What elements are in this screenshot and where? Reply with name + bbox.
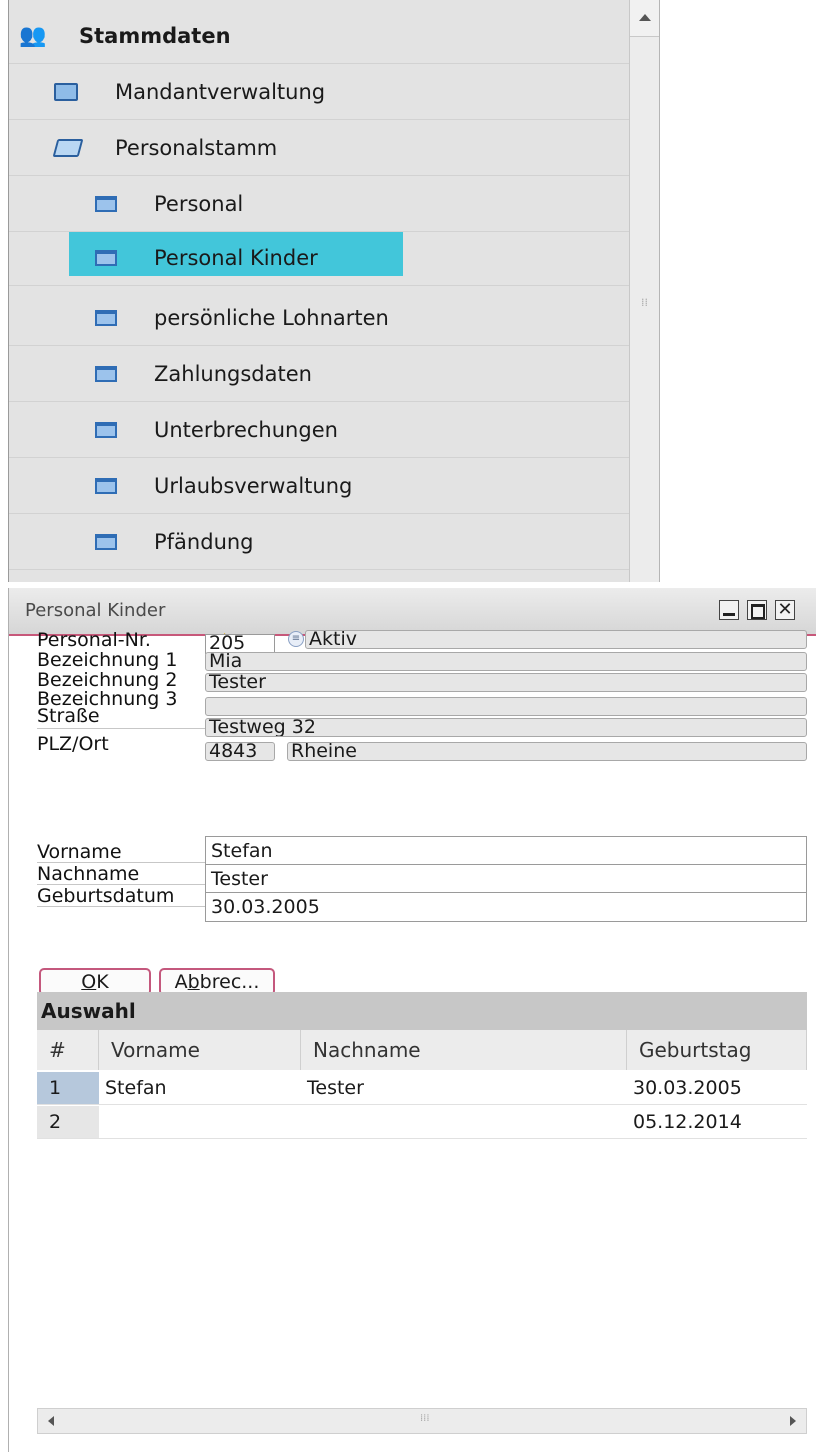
bezeichnung2-field[interactable]: Tester bbox=[205, 673, 807, 692]
plz-field[interactable]: 4843 bbox=[205, 742, 275, 761]
tree-item-personal[interactable]: Personal bbox=[9, 176, 629, 232]
divider bbox=[37, 906, 205, 907]
bezeichnung1-label: Bezeichnung 1 bbox=[37, 649, 178, 671]
plz-ort-label: PLZ/Ort bbox=[37, 733, 109, 755]
nachname-label: Nachname bbox=[37, 863, 140, 885]
strasse-label: Straße bbox=[37, 705, 100, 727]
cancel-label-rest: brec... bbox=[199, 971, 260, 993]
cell-vorname[interactable] bbox=[99, 1106, 301, 1138]
scroll-grip-icon[interactable]: ⁞⁞⁞ bbox=[420, 1413, 430, 1424]
scroll-up-icon[interactable] bbox=[630, 0, 659, 37]
tree-item-personal-kinder[interactable]: Personal Kinder bbox=[9, 230, 629, 286]
tree-item-mandantverwaltung[interactable]: Mandantverwaltung bbox=[9, 64, 629, 120]
cell-nachname[interactable]: Tester bbox=[301, 1072, 627, 1104]
tree-item-urlaubsverwaltung[interactable]: Urlaubsverwaltung bbox=[9, 458, 629, 514]
people-group-icon: 👥 bbox=[19, 23, 47, 48]
tree-item-persoenliche-lohnarten[interactable]: persönliche Lohnarten bbox=[9, 290, 629, 346]
tree-item-label: Mandantverwaltung bbox=[115, 79, 326, 104]
navigation-tree: 👥 Stammdaten Mandantverwaltung Personals… bbox=[8, 0, 660, 582]
tree-item-zahlungsdaten[interactable]: Zahlungsdaten bbox=[9, 346, 629, 402]
scroll-left-icon[interactable] bbox=[48, 1416, 54, 1426]
list-choose-icon[interactable]: ≡ bbox=[288, 631, 304, 647]
form-icon bbox=[95, 533, 117, 550]
minimize-icon[interactable] bbox=[719, 600, 739, 620]
tree-item-label: Personalstamm bbox=[115, 135, 278, 160]
divider bbox=[37, 728, 205, 729]
close-icon[interactable]: ✕ bbox=[775, 600, 795, 620]
grid-header-geburtstag[interactable]: Geburtstag bbox=[627, 1030, 807, 1070]
row-number-cell[interactable]: 2 bbox=[37, 1106, 99, 1138]
grid-title: Auswahl bbox=[37, 992, 807, 1030]
bezeichnung1-field[interactable]: Mia bbox=[205, 652, 807, 671]
grid-header-vorname[interactable]: Vorname bbox=[99, 1030, 301, 1070]
row-divider bbox=[37, 1138, 807, 1139]
tree-item-label: Personal bbox=[154, 191, 244, 216]
form-icon bbox=[95, 365, 117, 382]
tree-vertical-scrollbar[interactable]: ⁞⁞ bbox=[629, 0, 659, 582]
personal-nr-field[interactable]: 205 bbox=[205, 634, 275, 654]
scroll-grip-icon[interactable]: ⁞⁞ bbox=[641, 297, 648, 308]
cell-geburtstag[interactable]: 30.03.2005 bbox=[627, 1072, 807, 1104]
cancel-mnemonic: b bbox=[187, 971, 200, 993]
form-icon bbox=[95, 477, 117, 494]
vorname-input[interactable]: Stefan bbox=[205, 836, 807, 866]
geburtsdatum-label: Geburtsdatum bbox=[37, 885, 175, 907]
grid-header-nachname[interactable]: Nachname bbox=[301, 1030, 627, 1070]
cell-nachname[interactable] bbox=[301, 1106, 627, 1138]
row-divider bbox=[37, 1104, 807, 1105]
grid-header-number[interactable]: # bbox=[37, 1030, 99, 1070]
window-title: Personal Kinder bbox=[25, 600, 166, 621]
tree-item-label: Personal Kinder bbox=[154, 245, 318, 270]
tree-root-label: Stammdaten bbox=[79, 23, 231, 48]
tree-item-label: Zahlungsdaten bbox=[154, 361, 312, 386]
personal-nr-label: Personal-Nr. bbox=[37, 629, 151, 651]
tree-item-unterbrechungen[interactable]: Unterbrechungen bbox=[9, 402, 629, 458]
folder-open-icon bbox=[52, 138, 84, 157]
ort-field[interactable]: Rheine bbox=[287, 742, 807, 761]
tree-item-label: persönliche Lohnarten bbox=[154, 305, 389, 330]
row-number-cell[interactable]: 1 bbox=[37, 1072, 99, 1104]
cell-vorname[interactable]: Stefan bbox=[99, 1072, 301, 1104]
ok-label-rest: K bbox=[96, 971, 109, 993]
personal-kinder-window: Personal Kinder ✕ Personal-Nr. 205 ≡ Akt… bbox=[8, 588, 816, 1452]
folder-closed-icon bbox=[54, 82, 78, 101]
tree-item-label: Unterbrechungen bbox=[154, 417, 338, 442]
status-field: Aktiv bbox=[305, 630, 807, 649]
tree-item-label: Urlaubsverwaltung bbox=[154, 473, 353, 498]
tree-item-personalstamm[interactable]: Personalstamm bbox=[9, 120, 629, 176]
tree-item-label: Pfändung bbox=[154, 529, 254, 554]
form-icon bbox=[95, 309, 117, 326]
ok-mnemonic: O bbox=[81, 971, 97, 993]
tree-root-stammdaten[interactable]: 👥 Stammdaten bbox=[9, 8, 629, 64]
geburtsdatum-input[interactable]: 30.03.2005 bbox=[205, 892, 807, 922]
form-icon bbox=[95, 421, 117, 438]
form-icon bbox=[95, 249, 117, 266]
nachname-input[interactable]: Tester bbox=[205, 864, 807, 894]
bezeichnung2-label: Bezeichnung 2 bbox=[37, 669, 178, 691]
maximize-icon[interactable] bbox=[747, 600, 767, 620]
bezeichnung3-field[interactable] bbox=[205, 697, 807, 716]
tree-item-pfaendung[interactable]: Pfändung bbox=[9, 514, 629, 570]
cell-geburtstag[interactable]: 05.12.2014 bbox=[627, 1106, 807, 1138]
vorname-label: Vorname bbox=[37, 841, 122, 863]
grid-horizontal-scrollbar[interactable]: ⁞⁞⁞ bbox=[37, 1408, 807, 1434]
scroll-right-icon[interactable] bbox=[790, 1416, 796, 1426]
strasse-field[interactable]: Testweg 32 bbox=[205, 718, 807, 737]
cancel-label-prefix: A bbox=[174, 971, 188, 993]
form-icon bbox=[95, 195, 117, 212]
